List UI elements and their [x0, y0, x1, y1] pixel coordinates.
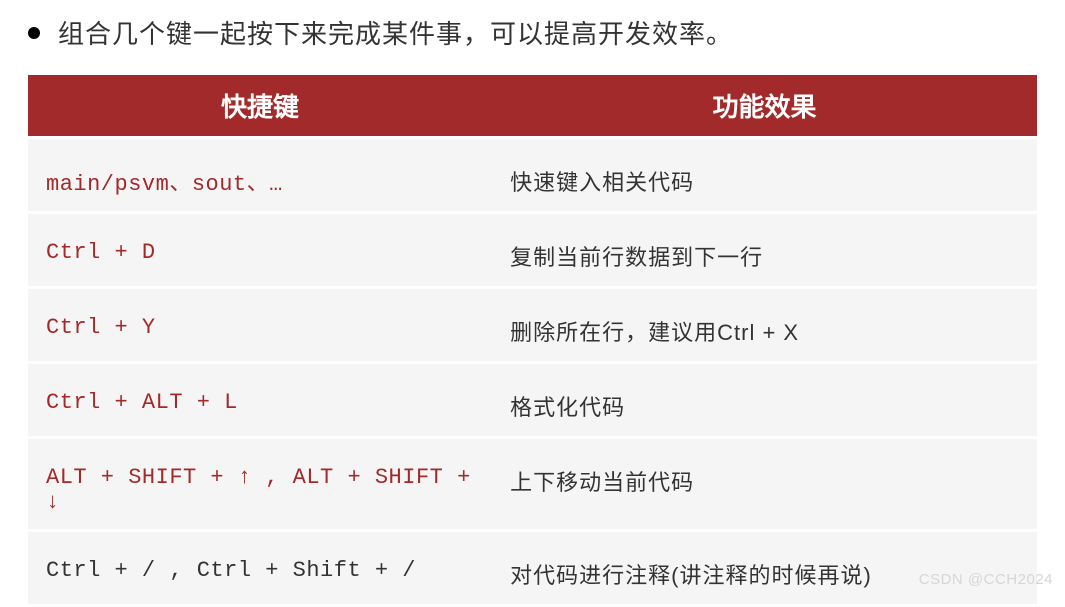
key-cell: ALT + SHIFT + ↑ , ALT + SHIFT + ↓ [28, 439, 492, 529]
key-cell: main/psvm、sout、… [28, 139, 492, 211]
table-body: main/psvm、sout、… 快速键入相关代码 Ctrl + D 复制当前行… [28, 139, 1037, 607]
table-row: main/psvm、sout、… 快速键入相关代码 [28, 139, 1037, 214]
key-cell: Ctrl + D [28, 214, 492, 286]
func-cell: 复制当前行数据到下一行 [492, 214, 1037, 286]
func-cell: 删除所在行，建议用Ctrl + X [492, 289, 1037, 361]
key-cell: Ctrl + Y [28, 289, 492, 361]
table-row: Ctrl + / , Ctrl + Shift + / 对代码进行注释(讲注释的… [28, 532, 1037, 607]
func-cell: 对代码进行注释(讲注释的时候再说) [492, 532, 1037, 604]
key-cell: Ctrl + ALT + L [28, 364, 492, 436]
func-cell: 上下移动当前代码 [492, 439, 1037, 529]
table-row: ALT + SHIFT + ↑ , ALT + SHIFT + ↓ 上下移动当前… [28, 439, 1037, 532]
table-row: Ctrl + D 复制当前行数据到下一行 [28, 214, 1037, 289]
table-row: Ctrl + ALT + L 格式化代码 [28, 364, 1037, 439]
header-key: 快捷键 [28, 75, 492, 136]
table-header: 快捷键 功能效果 [28, 75, 1037, 136]
func-cell: 快速键入相关代码 [492, 139, 1037, 211]
func-cell: 格式化代码 [492, 364, 1037, 436]
key-cell: Ctrl + / , Ctrl + Shift + / [28, 532, 492, 604]
shortcut-table: 快捷键 功能效果 main/psvm、sout、… 快速键入相关代码 Ctrl … [28, 75, 1037, 607]
header-func: 功能效果 [492, 75, 1037, 136]
watermark: CSDN @CCH2024 [919, 571, 1053, 588]
bullet-icon [28, 27, 40, 39]
intro-line: 组合几个键一起按下来完成某件事，可以提高开发效率。 [0, 10, 1065, 75]
intro-text: 组合几个键一起按下来完成某件事，可以提高开发效率。 [58, 14, 733, 51]
table-row: Ctrl + Y 删除所在行，建议用Ctrl + X [28, 289, 1037, 364]
